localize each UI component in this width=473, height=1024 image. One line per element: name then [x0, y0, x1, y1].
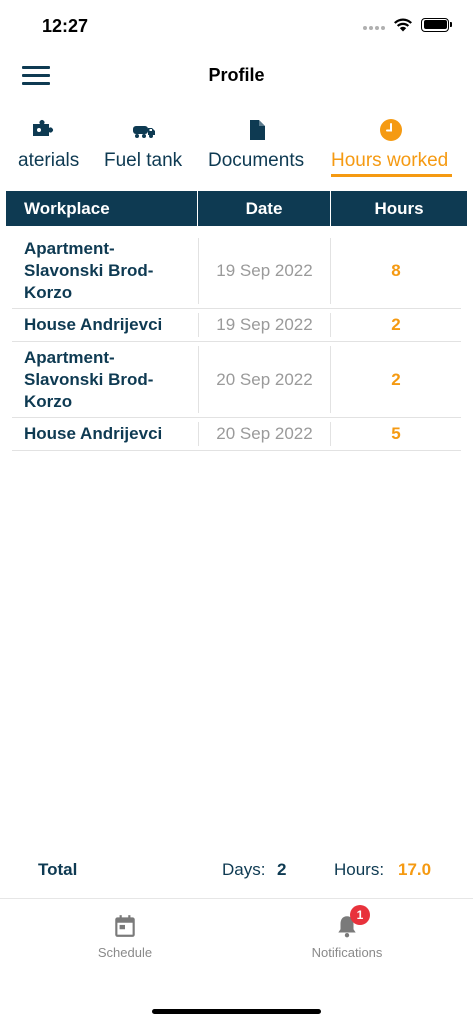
table-header: Workplace Date Hours — [6, 191, 467, 226]
hours-cell: 5 — [391, 424, 401, 443]
workplace-cell: House Andrijevci — [24, 424, 163, 443]
column-header-workplace: Workplace — [6, 191, 198, 226]
tabbar-label-schedule: Schedule — [97, 945, 153, 960]
puzzle-icon — [33, 120, 53, 136]
hours-cell: 2 — [391, 315, 401, 334]
wifi-icon — [394, 18, 412, 32]
home-indicator — [152, 1009, 321, 1014]
tabbar-label-notifications: Notifications — [311, 945, 383, 960]
hours-label: Hours: — [334, 860, 385, 879]
signal-icon — [363, 25, 385, 30]
workplace-cell: Apartment-Slavonski Brod-Korzo — [24, 347, 154, 411]
bottom-tab-bar: Schedule 1 Notifications — [0, 898, 473, 1024]
column-header-hours: Hours — [374, 199, 424, 218]
clock-icon — [380, 119, 402, 141]
status-bar: 12:27 — [0, 0, 473, 50]
battery-icon — [421, 17, 452, 32]
calendar-icon — [115, 915, 135, 937]
hours-value: 17.0 — [398, 860, 432, 879]
tab-label-materials: aterials — [18, 150, 80, 171]
date-cell: 20 Sep 2022 — [198, 346, 331, 413]
total-label: Total — [38, 860, 78, 879]
summary-bar: Total Days: 2 Hours: 17.0 — [0, 856, 473, 884]
hours-cell: 2 — [391, 369, 401, 389]
hours-table: Apartment-Slavonski Brod-Korzo 19 Sep 20… — [12, 234, 461, 451]
notification-badge: 1 — [350, 905, 370, 925]
days-value: 2 — [277, 860, 287, 879]
document-icon — [250, 120, 265, 140]
profile-tabs: aterials Fuel tank Documents Hours worke… — [0, 114, 473, 180]
tab-label-documents: Documents — [208, 150, 305, 171]
tab-documents[interactable]: Documents — [208, 114, 312, 180]
column-header-date: Date — [198, 191, 331, 226]
status-icons — [363, 17, 452, 32]
table-row[interactable]: House Andrijevci 19 Sep 2022 2 — [12, 309, 461, 342]
workplace-cell: Apartment-Slavonski Brod-Korzo — [24, 239, 154, 302]
tab-materials[interactable]: aterials — [0, 114, 84, 180]
page-title: Profile — [208, 65, 265, 85]
workplace-cell: House Andrijevci — [24, 315, 163, 334]
date-cell: 19 Sep 2022 — [198, 313, 331, 337]
date-cell: 19 Sep 2022 — [198, 238, 331, 304]
days-label: Days: — [222, 860, 266, 879]
tabbar-schedule[interactable]: Schedule — [50, 913, 200, 960]
tab-label-fuel-tank: Fuel tank — [104, 150, 183, 171]
nav-bar: Profile — [0, 56, 473, 96]
status-time: 12:27 — [42, 16, 89, 36]
table-row[interactable]: Apartment-Slavonski Brod-Korzo 19 Sep 20… — [12, 234, 461, 309]
truck-icon — [133, 126, 155, 138]
tab-label-hours-worked: Hours worked — [331, 150, 449, 171]
tab-fuel-tank[interactable]: Fuel tank — [104, 114, 188, 180]
table-row[interactable]: Apartment-Slavonski Brod-Korzo 20 Sep 20… — [12, 342, 461, 418]
table-row[interactable]: House Andrijevci 20 Sep 2022 5 — [12, 418, 461, 451]
tab-hours-worked[interactable]: Hours worked — [331, 114, 455, 180]
hours-cell: 8 — [391, 261, 401, 280]
bell-icon-wrapper: 1 — [334, 905, 370, 939]
tabbar-notifications[interactable]: 1 Notifications — [272, 905, 422, 960]
date-cell: 20 Sep 2022 — [198, 422, 331, 446]
active-tab-indicator — [331, 174, 452, 177]
